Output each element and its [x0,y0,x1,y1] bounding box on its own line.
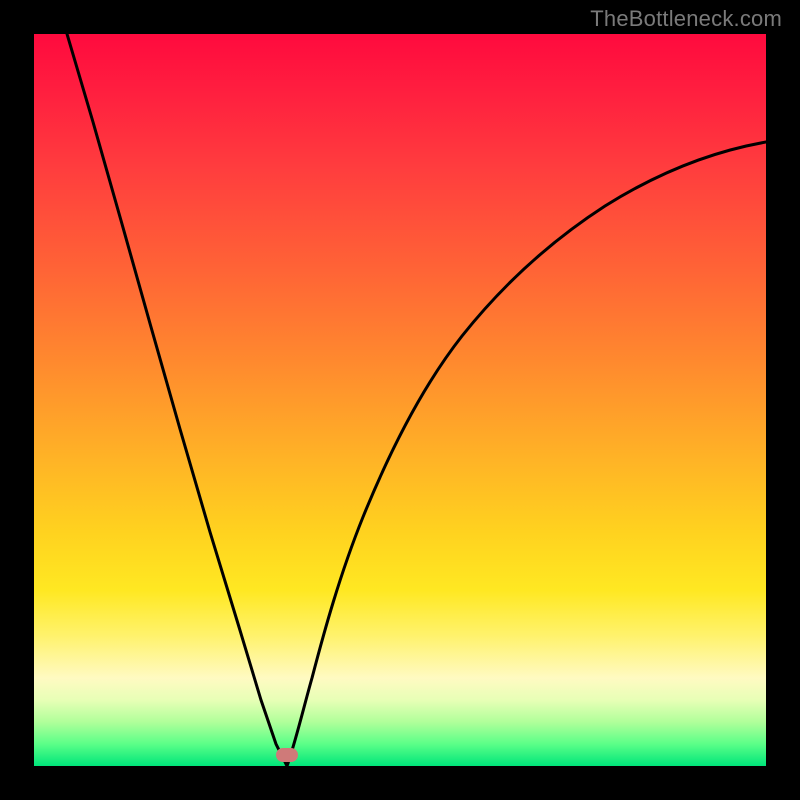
bottleneck-curve [34,34,766,766]
chart-frame: TheBottleneck.com [0,0,800,800]
plot-area [34,34,766,766]
optimum-marker [276,748,298,762]
watermark-text: TheBottleneck.com [590,6,782,32]
